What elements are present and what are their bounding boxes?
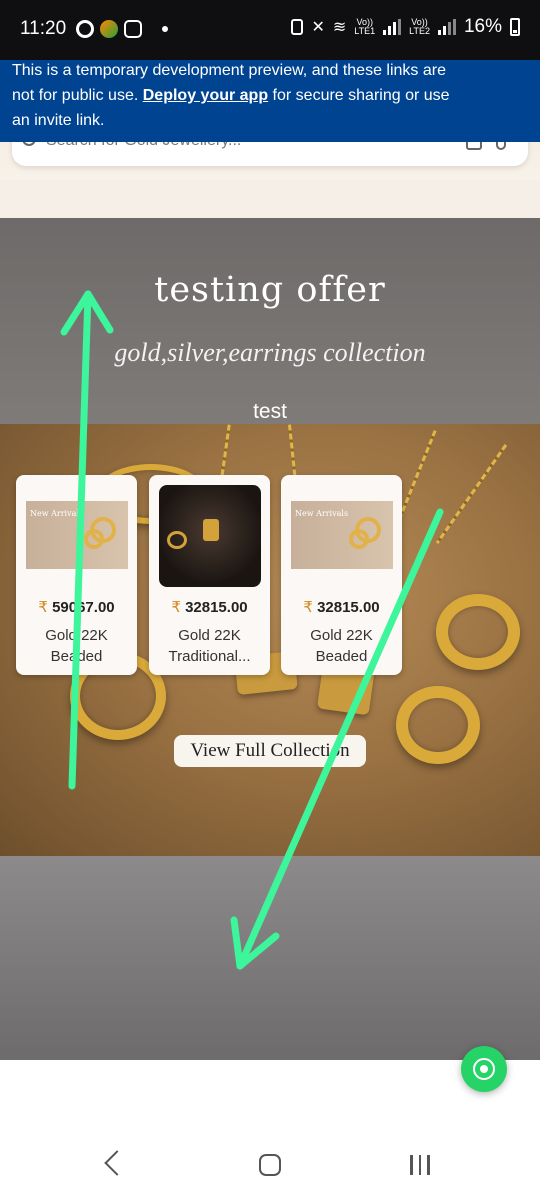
lte1-label: Vo)) LTE1 bbox=[354, 18, 375, 36]
product-price: ₹ 32815.00 bbox=[149, 598, 270, 616]
offer-footer bbox=[0, 856, 540, 1060]
offer-title: testing offer bbox=[154, 270, 386, 310]
offer-caption: test bbox=[253, 400, 287, 423]
vpn-icon bbox=[291, 19, 304, 35]
product-name: Gold 22K Beaded bbox=[45, 627, 108, 665]
system-nav-bar bbox=[0, 1132, 540, 1200]
product-image-title: New Arrivals bbox=[295, 509, 349, 518]
offer-subtitle: gold,silver,earrings collection bbox=[114, 338, 426, 367]
ring-icon bbox=[84, 529, 104, 549]
battery-percent: 16% bbox=[463, 16, 502, 37]
instagram-icon bbox=[124, 20, 142, 38]
deploy-app-link[interactable]: Deploy your app bbox=[143, 87, 268, 104]
offer-section: testing offer gold,silver,earrings colle… bbox=[0, 218, 540, 1060]
whatsapp-button[interactable] bbox=[461, 1046, 507, 1092]
status-bar: 11:20 ✕ ≋ Vo)) LTE1 Vo)) LTE2 16% bbox=[0, 0, 540, 60]
offer-header bbox=[0, 218, 540, 424]
signal-icon bbox=[383, 19, 402, 35]
ring-icon bbox=[349, 529, 369, 549]
status-time: 11:20 bbox=[20, 18, 67, 39]
status-icons-left bbox=[76, 20, 168, 38]
product-name: Gold 22K Traditional... bbox=[168, 627, 251, 665]
price-value: 59067.00 bbox=[52, 599, 115, 616]
chrome-icon bbox=[76, 20, 94, 38]
recent-apps-icon[interactable] bbox=[410, 1155, 430, 1175]
product-image-title: New Arrivals bbox=[30, 509, 84, 518]
back-icon[interactable] bbox=[104, 1150, 130, 1176]
chain-decoration bbox=[435, 443, 508, 545]
product-image: New Arrivals bbox=[26, 501, 128, 569]
mute-icon: ✕ bbox=[311, 19, 325, 36]
app-icon bbox=[100, 20, 118, 38]
product-image bbox=[159, 485, 261, 587]
product-card[interactable]: New Arrivals ₹ 59067.00 Gold 22K Beaded bbox=[16, 475, 137, 675]
view-full-collection-button[interactable]: View Full Collection bbox=[174, 735, 366, 767]
lte1-bottom: LTE1 bbox=[354, 26, 376, 36]
banner-strip bbox=[0, 180, 540, 218]
status-icons-right: ✕ ≋ Vo)) LTE1 Vo)) LTE2 16% bbox=[291, 16, 520, 38]
pendant-icon bbox=[203, 519, 219, 541]
hoop-earring bbox=[436, 594, 520, 670]
lte2-bottom: LTE2 bbox=[409, 26, 430, 36]
notification-dot-icon bbox=[162, 26, 168, 32]
wifi-icon: ≋ bbox=[332, 19, 347, 36]
battery-icon bbox=[510, 18, 520, 36]
lte2-label: Vo)) LTE2 bbox=[409, 18, 430, 36]
rupee-symbol: ₹ bbox=[171, 599, 181, 616]
rupee-symbol: ₹ bbox=[303, 599, 313, 616]
hoop-earring bbox=[396, 686, 480, 764]
product-price: ₹ 59067.00 bbox=[16, 598, 137, 616]
product-price: ₹ 32815.00 bbox=[281, 598, 402, 616]
price-value: 32815.00 bbox=[185, 599, 248, 616]
signal-icon bbox=[437, 19, 456, 35]
rupee-symbol: ₹ bbox=[38, 599, 48, 616]
ring-icon bbox=[167, 531, 187, 549]
price-value: 32815.00 bbox=[317, 599, 380, 616]
product-name: Gold 22K Beaded bbox=[310, 627, 373, 665]
product-card[interactable]: New Arrivals ₹ 32815.00 Gold 22K Beaded bbox=[281, 475, 402, 675]
whatsapp-icon bbox=[473, 1058, 495, 1080]
product-image: New Arrivals bbox=[291, 501, 393, 569]
product-card[interactable]: ₹ 32815.00 Gold 22K Traditional... bbox=[149, 475, 270, 675]
home-icon[interactable] bbox=[259, 1154, 281, 1176]
screen: Search for Gold Jewellery... testing off… bbox=[0, 0, 540, 1200]
